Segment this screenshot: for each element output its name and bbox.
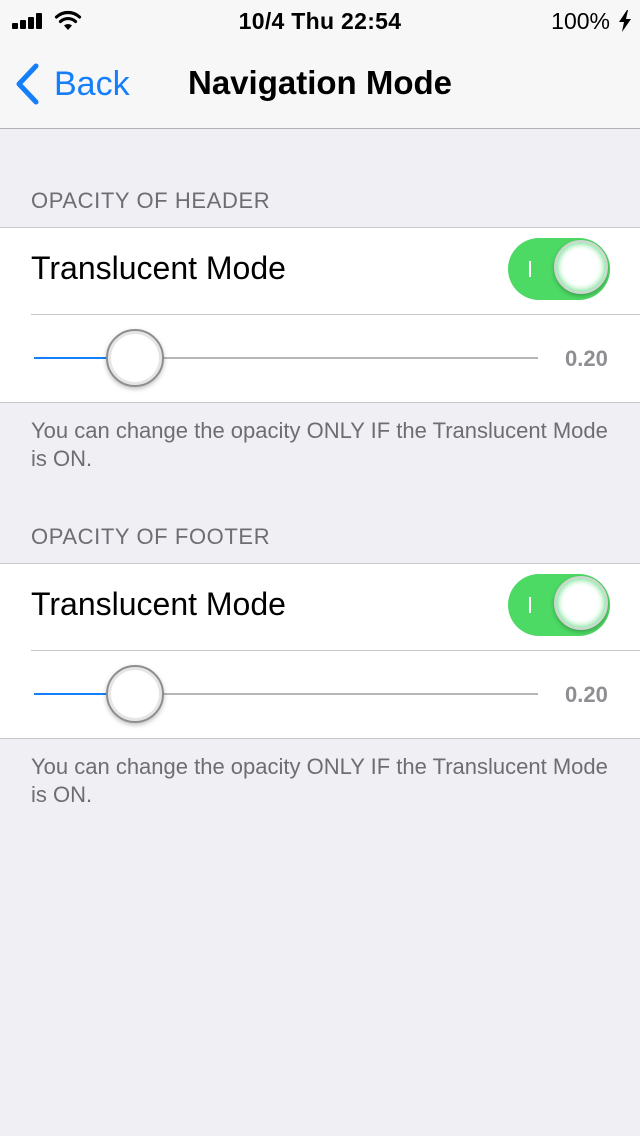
section-header-opacity-of-footer: OPACITY OF FOOTER	[31, 524, 271, 549]
toggle-knob	[554, 240, 608, 294]
battery-percentage: 100%	[551, 8, 610, 34]
slider-value: 0.20	[565, 682, 608, 707]
translucent-mode-row: Translucent Mode	[0, 564, 640, 651]
translucent-mode-label: Translucent Mode	[31, 250, 286, 286]
opacity-slider-row: 0.20	[0, 650, 640, 738]
header-opacity-slider[interactable]	[34, 329, 538, 387]
slider-thumb[interactable]	[105, 665, 164, 723]
toggle-on-indicator	[529, 597, 531, 613]
footer-opacity-slider[interactable]	[34, 665, 538, 723]
translucent-mode-row: Translucent Mode	[0, 228, 640, 315]
section-header-opacity-of-header: OPACITY OF HEADER	[31, 188, 271, 213]
charging-bolt-icon	[619, 10, 631, 32]
status-bar: 10/4 Thu 22:54 100%	[0, 0, 640, 40]
toggle-knob	[554, 576, 608, 630]
header-settings-group: Translucent Mode 0.20	[0, 227, 640, 403]
footer-opacity-note: You can change the opacity ONLY IF the T…	[31, 754, 608, 807]
navigation-bar: Back Navigation Mode	[0, 40, 640, 129]
status-time: 10/4 Thu 22:54	[238, 8, 402, 34]
slider-value: 0.20	[565, 346, 608, 371]
footer-settings-group: Translucent Mode 0.20	[0, 563, 640, 739]
translucent-mode-label: Translucent Mode	[31, 586, 286, 622]
header-translucent-toggle[interactable]	[508, 238, 610, 300]
page-title: Navigation Mode	[187, 64, 453, 101]
header-opacity-note: You can change the opacity ONLY IF the T…	[31, 418, 608, 471]
opacity-slider-row: 0.20	[0, 314, 640, 402]
toggle-on-indicator	[529, 261, 531, 277]
slider-thumb[interactable]	[105, 329, 164, 387]
footer-translucent-toggle[interactable]	[508, 574, 610, 636]
